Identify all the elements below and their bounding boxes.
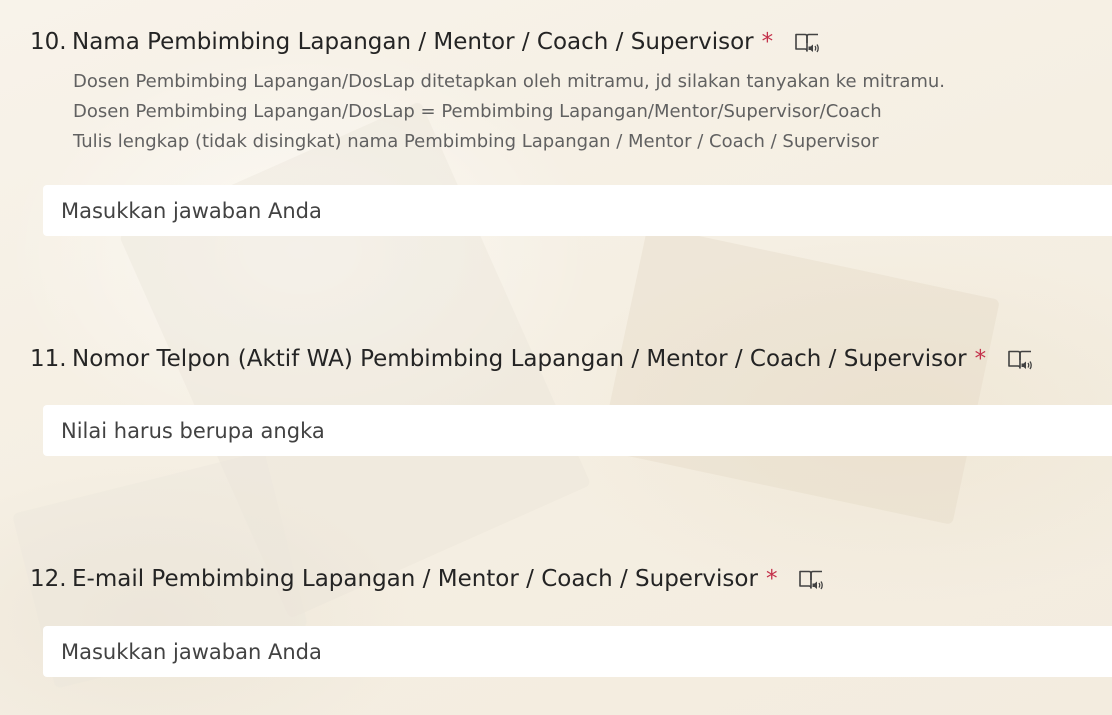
question-header: 12. E-mail Pembimbing Lapangan / Mentor … [30,564,1112,594]
question-title: Nama Pembimbing Lapangan / Mentor / Coac… [72,29,754,55]
immersive-reader-icon[interactable] [793,28,821,56]
question-description: Dosen Pembimbing Lapangan/DosLap ditetap… [73,67,1112,157]
description-line: Dosen Pembimbing Lapangan/DosLap ditetap… [73,71,946,92]
answer-input-10[interactable] [43,185,1112,236]
description-line: Dosen Pembimbing Lapangan/DosLap = Pembi… [73,101,882,122]
question-number: 11. [30,346,67,372]
immersive-reader-icon[interactable] [1006,345,1034,373]
required-marker: * [974,346,987,372]
question-10: 10. Nama Pembimbing Lapangan / Mentor / … [30,27,1112,157]
question-number: 12. [30,566,67,592]
question-12: 12. E-mail Pembimbing Lapangan / Mentor … [30,564,1112,594]
required-marker: * [765,566,778,592]
question-header: 11. Nomor Telpon (Aktif WA) Pembimbing L… [30,344,1112,374]
question-title: Nomor Telpon (Aktif WA) Pembimbing Lapan… [72,346,967,372]
required-marker: * [761,29,774,55]
background-shape [600,225,1000,525]
question-11: 11. Nomor Telpon (Aktif WA) Pembimbing L… [30,344,1112,374]
answer-input-11[interactable] [43,405,1112,456]
answer-input-12[interactable] [43,626,1112,677]
description-line: Tulis lengkap (tidak disingkat) nama Pem… [73,131,879,152]
immersive-reader-icon[interactable] [797,565,825,593]
question-header: 10. Nama Pembimbing Lapangan / Mentor / … [30,27,1112,57]
question-title: E-mail Pembimbing Lapangan / Mentor / Co… [72,566,758,592]
question-number: 10. [30,29,67,55]
